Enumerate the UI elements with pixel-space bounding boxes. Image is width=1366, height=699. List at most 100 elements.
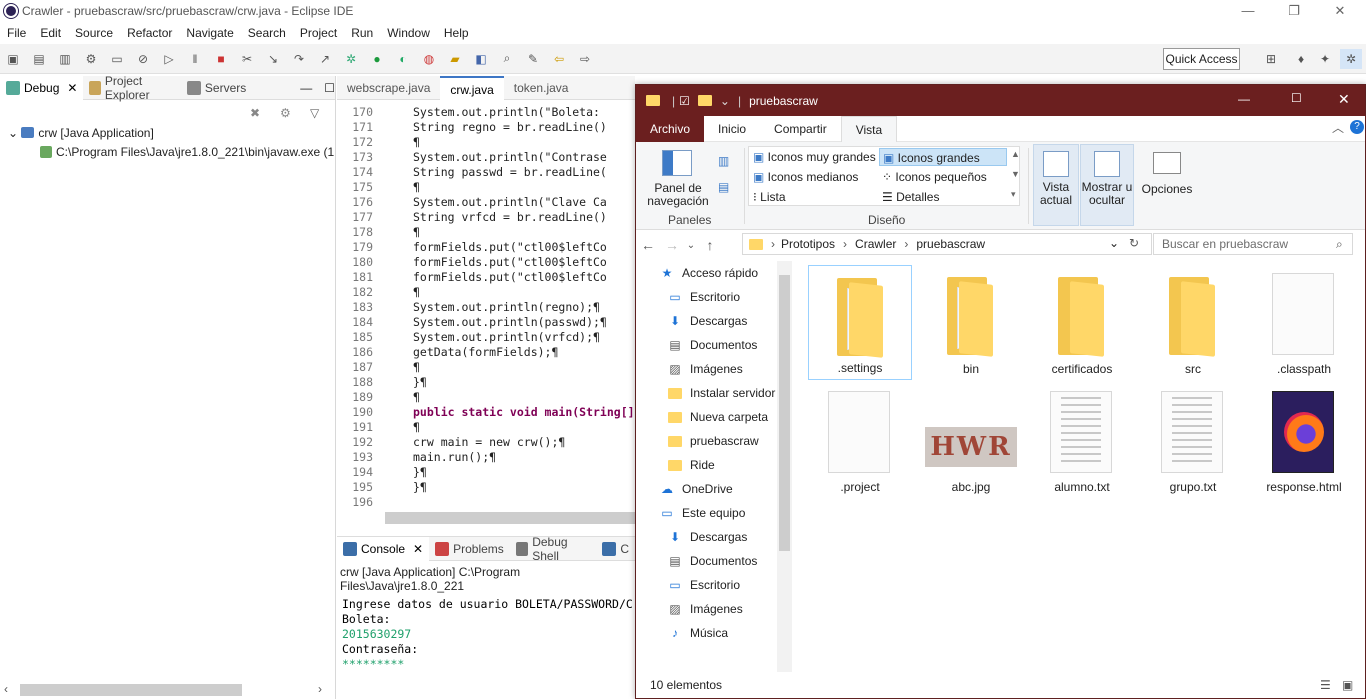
menu-file[interactable]: File [0,26,33,40]
coverage-icon[interactable]: ◐ [392,49,414,69]
layout-small-icons[interactable]: ⁘ Iconos pequeños [882,170,987,184]
nav-item[interactable]: ⬇ Descargas [636,525,794,549]
code-line[interactable]: 191 ¶ [337,420,635,435]
nav-item[interactable]: ▨Imágenes✦ [636,357,794,381]
file-item[interactable]: response.html [1252,383,1356,498]
code-line[interactable]: 188}¶ [337,375,635,390]
tab-inicio[interactable]: Inicio [704,116,760,142]
tab-compartir[interactable]: Compartir [760,116,841,142]
nav-item[interactable]: Instalar servidor [636,381,794,405]
open-perspective-icon[interactable]: ⊞ [1260,49,1282,69]
code-line[interactable]: 173 System.out.println("Contrase [337,150,635,165]
layout-large-icons[interactable]: ▣ Iconos grandes [879,148,1007,166]
nav-item[interactable]: Nueva carpeta [636,405,794,429]
code-line[interactable]: 170 System.out.println("Boleta: [337,105,635,120]
terminate-icon[interactable]: ■ [210,49,232,69]
nav-scrollbar[interactable] [777,261,792,673]
debug-tree-root[interactable]: ⌄ crw [Java Application] [8,126,154,140]
annotation-icon[interactable]: ✎ [522,49,544,69]
code-line[interactable]: 174 String passwd = br.readLine( [337,165,635,180]
minimize-icon[interactable]: — [1238,92,1250,106]
quick-access-field[interactable]: Quick Access [1163,48,1240,70]
code-line[interactable]: 179 formFields.put("ctl00$leftCo [337,240,635,255]
scroll-left-icon[interactable]: ‹ [4,682,8,696]
minimize-icon[interactable]: — [1225,0,1271,22]
scroll-right-icon[interactable]: › [318,682,322,696]
new-icon[interactable]: ▣ [2,49,24,69]
nav-item[interactable]: ★ Acceso rápido [636,261,794,285]
code-line[interactable]: 187 ¶ [337,360,635,375]
nav-item[interactable]: pruebascraw [636,429,794,453]
code-line[interactable]: 176 System.out.println("Clave Ca [337,195,635,210]
tab-webscrape[interactable]: webscrape.java [337,76,440,100]
file-item[interactable]: .project [808,383,912,498]
nav-pane-icon[interactable] [662,150,692,176]
nav-scroll-thumb[interactable] [779,275,790,551]
tab-project-explorer[interactable]: Project Explorer [83,74,180,102]
editor-scrollbar[interactable] [385,512,635,524]
nav-item[interactable]: ☁ OneDrive [636,477,794,501]
save-all-icon[interactable]: ▥ [54,49,76,69]
code-area[interactable]: 170 System.out.println("Boleta: 171 String … [337,105,635,510]
menu-help[interactable]: Help [437,26,476,40]
nav-item[interactable]: ▭Escritorio✦ [636,285,794,309]
code-line[interactable]: 194}¶ [337,465,635,480]
file-item[interactable]: .settings [808,265,912,380]
tab-more[interactable]: C [596,537,635,561]
layout-xl-icons[interactable]: ▣ Iconos muy grandes [753,150,876,164]
code-line[interactable]: 183 System.out.println(regno);¶ [337,300,635,315]
show-hide-button[interactable]: Mostrar u ocultar [1080,144,1134,226]
code-line[interactable]: 185 System.out.println(vrfcd);¶ [337,330,635,345]
close-icon[interactable]: ✕ [413,542,423,556]
open-type-icon[interactable]: ◧ [470,49,492,69]
restore-icon[interactable]: ❐ [1271,0,1317,22]
menu-project[interactable]: Project [293,26,344,40]
code-line[interactable]: 178 ¶ [337,225,635,240]
back-arrow-icon[interactable]: ← [636,237,660,253]
file-item[interactable]: .classpath [1252,265,1356,380]
new-folder-icon[interactable] [697,95,712,106]
step-into-icon[interactable]: ↘ [262,49,284,69]
debug-tree-process[interactable]: C:\Program Files\Java\jre1.8.0_221\bin\j… [40,145,334,159]
properties-icon[interactable]: ☑ [679,94,690,108]
menu-search[interactable]: Search [241,26,293,40]
back-icon[interactable]: ⇦ [548,49,570,69]
nav-item[interactable]: ⬇Descargas✦ [636,309,794,333]
tab-debug-shell[interactable]: Debug Shell [510,535,597,563]
search-input[interactable]: Buscar en pruebascraw [1153,233,1353,255]
tab-problems[interactable]: Problems [429,537,510,561]
skip-breakpoints-icon[interactable]: ⊘ [132,49,154,69]
code-line[interactable]: 196 [337,495,635,510]
new-package-icon[interactable]: ▰ [444,49,466,69]
gallery-scroll-down-icon[interactable]: ▼ [1011,169,1020,179]
code-line[interactable]: 172 ¶ [337,135,635,150]
view-menu-icon[interactable]: ▽ [310,106,319,120]
tab-debug[interactable]: Debug ✕ [0,75,84,100]
recent-locations-icon[interactable]: ⌄ [684,240,698,251]
run-icon[interactable]: ● [366,49,388,69]
file-item[interactable]: certificados [1030,265,1134,380]
code-line[interactable]: 181 formFields.put("ctl00$leftCo [337,270,635,285]
file-item[interactable]: grupo.txt [1141,383,1245,498]
tab-token[interactable]: token.java [504,76,579,100]
resume-icon[interactable]: ▷ [158,49,180,69]
suspend-icon[interactable]: ‖ [184,49,206,69]
debug-perspective-icon[interactable]: ✲ [1340,49,1362,69]
chevron-down-icon[interactable]: ⌄ [1109,236,1119,250]
nav-item[interactable]: ♪ Música [636,621,794,645]
file-item[interactable]: HWR abc.jpg [919,383,1023,498]
maximize-icon[interactable]: ☐ [1291,91,1302,105]
close-icon[interactable]: ✕ [67,81,77,95]
git-perspective-icon[interactable]: ✦ [1314,49,1336,69]
remove-terminated-icon[interactable]: ✖ [250,106,260,120]
help-icon[interactable]: ? [1350,120,1364,134]
menu-window[interactable]: Window [380,26,437,40]
address-path[interactable]: › Prototipos › Crawler › pruebascraw ⌄ ↻ [742,233,1152,255]
file-item[interactable]: src [1141,265,1245,380]
external-tools-icon[interactable]: ◍ [418,49,440,69]
large-icons-view-icon[interactable]: ▣ [1342,672,1353,698]
code-line[interactable]: 177 String vrfcd = br.readLine() [337,210,635,225]
debug-icon[interactable]: ✲ [340,49,362,69]
menu-edit[interactable]: Edit [33,26,68,40]
nav-item[interactable]: ▭ Este equipo [636,501,794,525]
